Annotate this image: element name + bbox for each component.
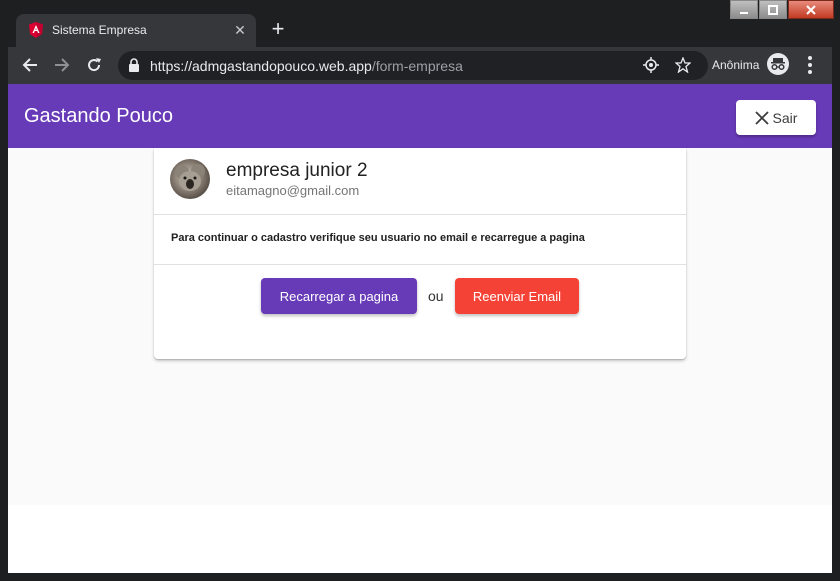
card-title: empresa junior 2 bbox=[226, 160, 368, 181]
browser-window: Sistema Empresa ✕ + https://admgastandop… bbox=[0, 0, 840, 581]
reload-button[interactable] bbox=[82, 53, 106, 77]
logout-label: Sair bbox=[772, 109, 798, 126]
divider bbox=[154, 214, 686, 215]
or-label: ou bbox=[428, 288, 444, 304]
incognito-label: Anônima bbox=[712, 58, 760, 72]
forward-arrow-icon bbox=[55, 58, 70, 72]
incognito-icon[interactable] bbox=[767, 53, 789, 75]
verification-message: Para continuar o cadastro verifique seu … bbox=[171, 232, 585, 244]
back-arrow-icon bbox=[22, 58, 37, 72]
browser-toolbar: https://admgastandopouco.web.app/form-em… bbox=[8, 47, 832, 84]
lock-icon bbox=[129, 58, 139, 72]
reload-icon bbox=[88, 58, 101, 72]
tab-close-icon[interactable]: ✕ bbox=[232, 20, 248, 40]
tab-title: Sistema Empresa bbox=[52, 23, 147, 37]
close-icon bbox=[806, 4, 816, 15]
url-host: https://admgastandopouco.web.app bbox=[150, 58, 372, 74]
more-menu-icon[interactable] bbox=[805, 56, 815, 76]
location-icon[interactable] bbox=[642, 56, 660, 74]
window-controls bbox=[729, 0, 834, 21]
company-card: empresa junior 2 eitamagno@gmail.com Par… bbox=[154, 148, 686, 359]
address-bar[interactable]: https://admgastandopouco.web.app/form-em… bbox=[118, 51, 708, 80]
avatar bbox=[170, 159, 210, 199]
app-toolbar: Gastando Pouco Sair bbox=[8, 84, 832, 148]
back-button[interactable] bbox=[18, 53, 42, 77]
maximize-icon bbox=[768, 4, 778, 15]
url-text: https://admgastandopouco.web.app/form-em… bbox=[150, 58, 463, 74]
minimize-icon bbox=[740, 11, 748, 14]
card-subtitle: eitamagno@gmail.com bbox=[226, 183, 360, 198]
page-viewport: Gastando Pouco Sair empresa junior 2 eit… bbox=[8, 84, 832, 573]
maximize-button[interactable] bbox=[759, 0, 787, 19]
divider bbox=[154, 264, 686, 265]
browser-tab[interactable]: Sistema Empresa ✕ bbox=[16, 14, 256, 47]
forward-button[interactable] bbox=[50, 53, 74, 77]
title-bar: Sistema Empresa ✕ + bbox=[0, 0, 840, 47]
close-window-button[interactable] bbox=[788, 0, 834, 19]
koala-avatar-image bbox=[175, 164, 205, 191]
bookmark-star-icon[interactable] bbox=[674, 56, 692, 74]
url-path: /form-empresa bbox=[371, 58, 463, 74]
minimize-button[interactable] bbox=[730, 0, 758, 19]
logout-button[interactable]: Sair bbox=[736, 100, 816, 135]
reload-page-button[interactable]: Recarregar a pagina bbox=[261, 278, 417, 314]
close-icon bbox=[754, 110, 769, 125]
resend-email-button[interactable]: Reenviar Email bbox=[455, 278, 579, 314]
angular-icon bbox=[29, 22, 43, 38]
app-title: Gastando Pouco bbox=[24, 105, 173, 127]
new-tab-icon[interactable]: + bbox=[266, 18, 290, 42]
